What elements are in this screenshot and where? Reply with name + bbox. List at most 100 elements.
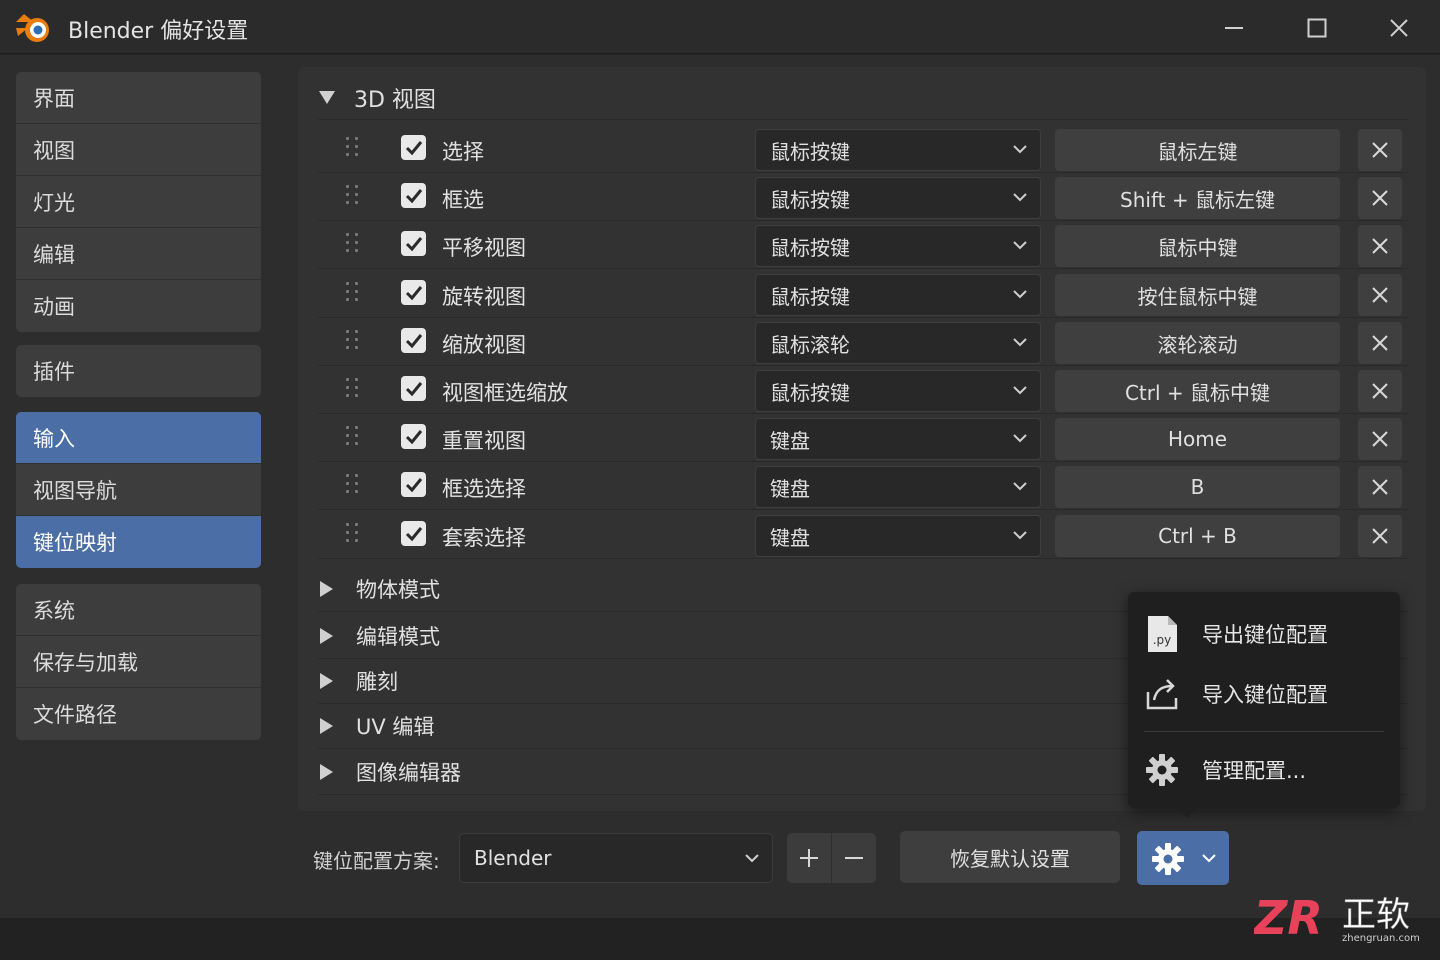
input-type-select[interactable]: 鼠标按键	[755, 370, 1041, 412]
drag-dot	[346, 490, 349, 493]
minus-icon	[844, 857, 863, 859]
window-title: Blender 偏好设置	[68, 19, 249, 44]
enable-checkbox[interactable]	[401, 280, 426, 305]
key-binding-button[interactable]: Ctrl + B	[1055, 515, 1340, 557]
drag-dot	[346, 531, 349, 534]
input-type-select[interactable]: 鼠标按键	[755, 274, 1041, 316]
drag-dot	[346, 523, 349, 526]
menu-separator	[1144, 731, 1384, 732]
plus-icon	[800, 849, 818, 867]
remove-binding-button[interactable]	[1358, 322, 1402, 364]
sidebar-item-editing[interactable]: 编辑	[16, 228, 261, 280]
drag-handle-icon[interactable]	[346, 474, 362, 498]
drag-dot	[346, 474, 349, 477]
remove-binding-button[interactable]	[1358, 466, 1402, 508]
key-binding-button[interactable]: 鼠标左键	[1055, 129, 1340, 171]
input-type-select[interactable]: 键盘	[755, 418, 1041, 460]
bottom-strip	[0, 918, 1440, 960]
close-window-button[interactable]	[1377, 8, 1421, 48]
input-type-select[interactable]: 鼠标按键	[755, 225, 1041, 267]
sidebar-item-input[interactable]: 输入	[16, 412, 261, 464]
sidebar-item-lights[interactable]: 灯光	[16, 176, 261, 228]
enable-checkbox[interactable]	[401, 328, 426, 353]
drag-handle-icon[interactable]	[346, 330, 362, 354]
sidebar-item-viewport[interactable]: 视图	[16, 124, 261, 176]
input-type-select[interactable]: 键盘	[755, 515, 1041, 557]
menu-item-export-keymap[interactable]: .py 导出键位配置	[1128, 606, 1400, 658]
input-type-select[interactable]: 鼠标按键	[755, 177, 1041, 219]
key-binding-button[interactable]: Shift + 鼠标左键	[1055, 177, 1340, 219]
drag-dot	[355, 249, 358, 252]
remove-preset-button[interactable]	[831, 833, 875, 883]
drag-dot	[346, 282, 349, 285]
enable-checkbox[interactable]	[401, 376, 426, 401]
section-3d-view-header[interactable]: 3D 视图	[318, 76, 1408, 120]
input-type-select[interactable]: 鼠标按键	[755, 129, 1041, 171]
drag-dot	[355, 434, 358, 437]
sidebar-item-addons[interactable]: 插件	[16, 345, 261, 397]
enable-checkbox[interactable]	[401, 521, 426, 546]
menu-label: 导入键位配置	[1202, 683, 1328, 707]
checkmark-icon	[405, 526, 422, 541]
drag-handle-icon[interactable]	[346, 137, 362, 161]
keymap-item-label: 旋转视图	[442, 285, 526, 309]
drag-handle-icon[interactable]	[346, 185, 362, 209]
drag-dot	[346, 434, 349, 437]
chevron-down-icon	[1013, 193, 1027, 202]
remove-binding-button[interactable]	[1358, 418, 1402, 460]
sidebar-item-animation[interactable]: 动画	[16, 280, 261, 332]
chevron-down-icon	[1013, 386, 1027, 395]
keymap-scheme-select[interactable]: Blender	[459, 833, 773, 883]
drag-handle-icon[interactable]	[346, 523, 362, 547]
key-binding-button[interactable]: Ctrl + 鼠标中键	[1055, 370, 1340, 412]
keymap-settings-menu-button[interactable]	[1137, 831, 1229, 885]
remove-binding-button[interactable]	[1358, 225, 1402, 267]
key-binding-button[interactable]: 鼠标中键	[1055, 225, 1340, 267]
drag-dot	[355, 426, 358, 429]
menu-item-import-keymap[interactable]: 导入键位配置	[1128, 666, 1400, 718]
key-binding-button[interactable]: Home	[1055, 418, 1340, 460]
sidebar-item-file-paths[interactable]: 文件路径	[16, 688, 261, 740]
keymap-row: 框选选择 键盘 B	[318, 462, 1408, 510]
remove-binding-button[interactable]	[1358, 129, 1402, 171]
remove-binding-button[interactable]	[1358, 370, 1402, 412]
sidebar-item-interface[interactable]: 界面	[16, 72, 261, 124]
drag-handle-icon[interactable]	[346, 282, 362, 306]
enable-checkbox[interactable]	[401, 231, 426, 256]
enable-checkbox[interactable]	[401, 183, 426, 208]
drag-dot	[346, 145, 349, 148]
remove-binding-button[interactable]	[1358, 515, 1402, 557]
drag-handle-icon[interactable]	[346, 378, 362, 402]
menu-item-manage-presets[interactable]: 管理配置...	[1128, 742, 1400, 794]
collapse-arrow-icon	[320, 581, 333, 597]
drag-dot	[355, 233, 358, 236]
keymap-item-label: 重置视图	[442, 429, 526, 453]
keymap-item-label: 平移视图	[442, 236, 526, 260]
key-binding-button[interactable]: 滚轮滚动	[1055, 322, 1340, 364]
drag-handle-icon[interactable]	[346, 233, 362, 257]
keymap-row: 平移视图 鼠标按键 鼠标中键	[318, 221, 1408, 269]
sidebar-item-navigation[interactable]: 视图导航	[16, 464, 261, 516]
drag-dot	[355, 338, 358, 341]
drag-handle-icon[interactable]	[346, 426, 362, 450]
restore-defaults-button[interactable]: 恢复默认设置	[900, 831, 1120, 883]
close-icon	[1372, 238, 1388, 254]
remove-binding-button[interactable]	[1358, 177, 1402, 219]
drag-dot	[346, 539, 349, 542]
sidebar-item-save-load[interactable]: 保存与加载	[16, 636, 261, 688]
drag-dot	[355, 482, 358, 485]
add-preset-button[interactable]	[787, 833, 831, 883]
key-binding-button[interactable]: B	[1055, 466, 1340, 508]
maximize-button[interactable]	[1295, 8, 1339, 48]
enable-checkbox[interactable]	[401, 135, 426, 160]
input-type-select[interactable]: 键盘	[755, 466, 1041, 508]
enable-checkbox[interactable]	[401, 472, 426, 497]
sidebar-item-keymap[interactable]: 键位映射	[16, 516, 261, 568]
input-type-value: 鼠标按键	[770, 235, 850, 260]
key-binding-button[interactable]: 按住鼠标中键	[1055, 274, 1340, 316]
remove-binding-button[interactable]	[1358, 274, 1402, 316]
enable-checkbox[interactable]	[401, 424, 426, 449]
minimize-button[interactable]	[1212, 8, 1256, 48]
input-type-select[interactable]: 鼠标滚轮	[755, 322, 1041, 364]
sidebar-item-system[interactable]: 系统	[16, 584, 261, 636]
